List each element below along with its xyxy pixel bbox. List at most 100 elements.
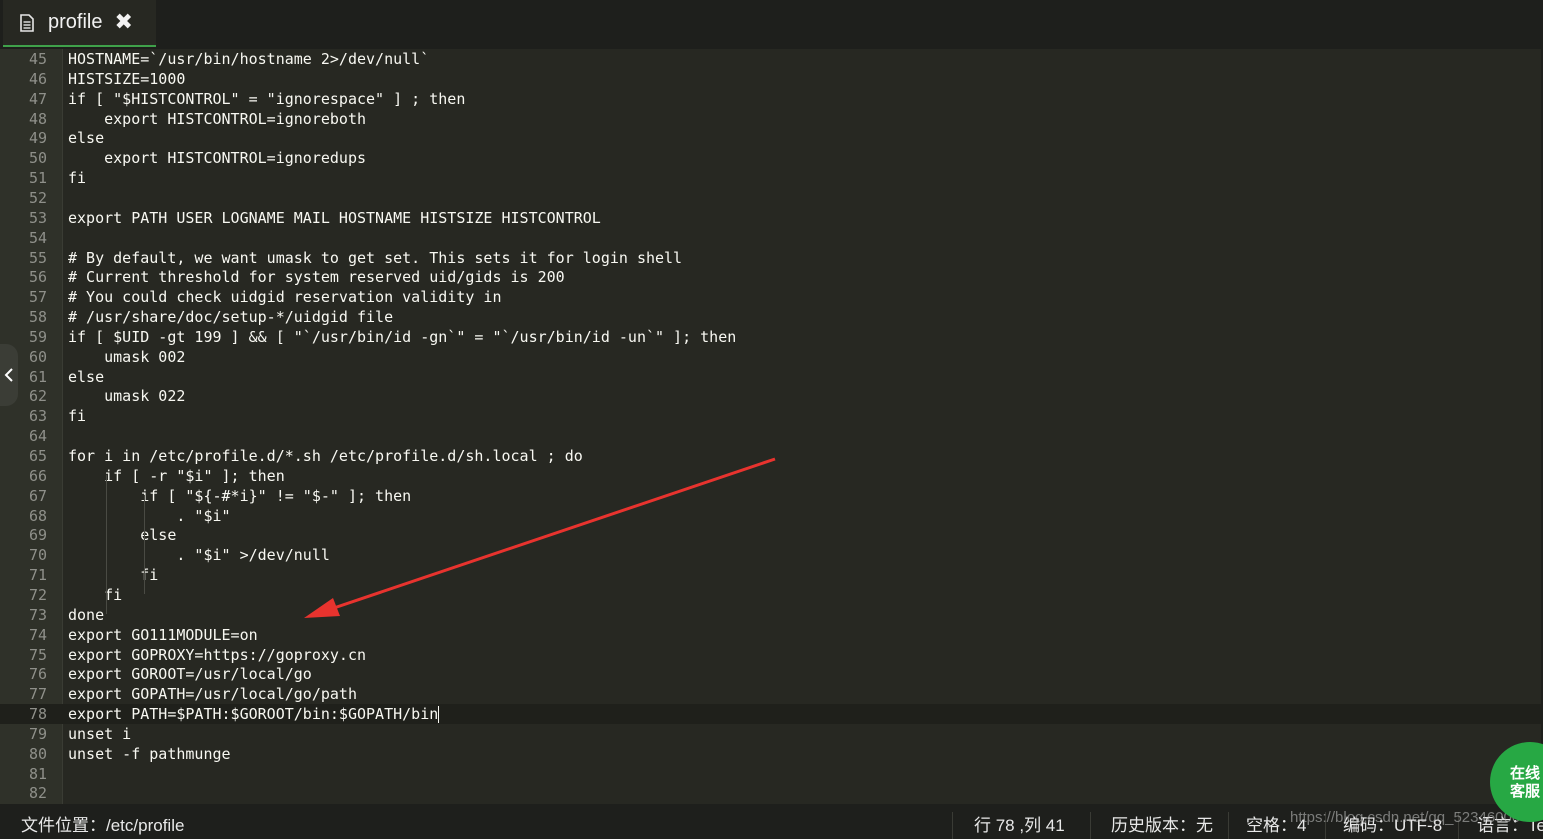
code-line[interactable]: 80 unset -f pathmunge [0,744,1543,764]
line-number: 77 [28,685,47,704]
code-line[interactable]: 53 export PATH USER LOGNAME MAIL HOSTNAME… [0,208,1543,228]
code-line[interactable]: 67 if [ "${-#*i}" != "$-" ]; then [0,486,1543,506]
line-number: 54 [28,228,47,247]
code-line[interactable]: 55 # By default, we want umask to get set… [0,248,1543,268]
line-code: unset -f pathmunge [68,744,231,763]
code-line[interactable]: 73 done [0,605,1543,625]
line-code: if [ $UID -gt 199 ] && [ "`/usr/bin/id -… [68,327,737,346]
code-line[interactable]: 64 [0,426,1543,446]
line-number: 58 [28,308,47,327]
history-version[interactable]: 历史版本：无 [1111,816,1213,836]
line-code: export PATH=$PATH:$GOROOT/bin:$GOPATH/bi… [68,705,440,724]
line-code: else [68,526,177,545]
line-number: 47 [28,89,47,108]
tab-bar: profile ✖ [0,0,1543,50]
collapse-sidebar-button[interactable] [0,344,18,406]
code-line[interactable]: 58 # /usr/share/doc/setup-*/uidgid file [0,307,1543,327]
code-line[interactable]: 76 export GOROOT=/usr/local/go [0,664,1543,684]
code-line[interactable]: 60 umask 002 [0,347,1543,367]
line-code: else [68,367,105,386]
line-number: 67 [28,486,47,505]
support-button-label: 在线客服 [1510,764,1541,800]
line-number: 71 [28,566,47,585]
code-line[interactable]: 79 unset i [0,724,1543,744]
code-line[interactable]: 71 fi [0,565,1543,585]
code-line[interactable]: 51 fi [0,168,1543,188]
line-number: 53 [28,208,47,227]
file-location: 文件位置：/etc/profile [21,816,185,835]
code-line[interactable]: 46 HISTSIZE=1000 [0,69,1543,89]
line-number: 81 [28,764,47,783]
line-number: 46 [28,69,47,88]
line-number: 79 [28,724,47,743]
code-line[interactable]: 59 if [ $UID -gt 199 ] && [ "`/usr/bin/id… [0,327,1543,347]
code-line[interactable]: 78 export PATH=$PATH:$GOROOT/bin:$GOPATH/… [0,704,1543,725]
line-code: fi [68,407,87,426]
line-code: export PATH USER LOGNAME MAIL HOSTNAME H… [68,208,601,227]
line-code: # Current threshold for system reserved … [68,268,565,287]
code-line[interactable]: 52 [0,188,1543,208]
line-number: 64 [28,427,47,446]
code-line[interactable]: 68 . "$i" [0,506,1543,526]
code-line[interactable]: 49 else [0,128,1543,148]
code-line[interactable]: 74 export GO111MODULE=on [0,625,1543,645]
code-line[interactable]: 48 export HISTCONTROL=ignoreboth [0,109,1543,129]
code-line[interactable]: 75 export GOPROXY=https://goproxy.cn [0,645,1543,665]
code-line[interactable]: 47 if [ "$HISTCONTROL" = "ignorespace" ] … [0,89,1543,109]
chevron-left-icon [4,368,13,382]
line-number: 45 [28,50,47,68]
line-number: 68 [28,506,47,525]
line-code: export GOPATH=/usr/local/go/path [68,685,357,704]
tab-label: profile [48,11,103,33]
code-line[interactable]: 62 umask 022 [0,386,1543,406]
line-code: export GOROOT=/usr/local/go [68,665,312,684]
code-line[interactable]: 69 else [0,525,1543,545]
line-code: umask 002 [68,347,186,366]
line-code: else [68,129,105,148]
tab-profile[interactable]: profile ✖ [3,0,156,47]
close-icon[interactable]: ✖ [114,11,132,34]
line-code: . "$i" >/dev/null [68,546,330,565]
text-cursor [438,706,440,724]
line-number: 52 [28,188,47,207]
line-number: 56 [28,268,47,287]
line-code: umask 022 [68,387,186,406]
line-number: 57 [28,288,47,307]
line-number: 69 [28,526,47,545]
line-number: 76 [28,665,47,684]
line-code: export HISTCONTROL=ignoredups [68,149,367,168]
line-number: 66 [28,466,47,485]
code-line[interactable]: 54 [0,228,1543,248]
code-line[interactable]: 70 . "$i" >/dev/null [0,545,1543,565]
cursor-position[interactable]: 行 78 ,列 41 [974,816,1065,836]
code-line[interactable]: 82 [0,783,1543,803]
code-line[interactable]: 45 HOSTNAME=`/usr/bin/hostname 2>/dev/nul… [0,49,1543,69]
code-line[interactable]: 81 [0,764,1543,784]
code-line[interactable]: 66 if [ -r "$i" ]; then [0,466,1543,486]
code-line[interactable]: 63 fi [0,406,1543,426]
line-number: 72 [28,585,47,604]
line-code: done [68,605,105,624]
indent-guide [106,475,107,614]
line-number: 74 [28,625,47,644]
code-line[interactable]: 65 for i in /etc/profile.d/*.sh /etc/prof… [0,446,1543,466]
code-line[interactable]: 61 else [0,367,1543,387]
line-number: 75 [28,645,47,664]
line-code: HISTSIZE=1000 [68,69,186,88]
line-number: 51 [28,169,47,188]
code-line[interactable]: 77 export GOPATH=/usr/local/go/path [0,684,1543,704]
line-code: if [ "${-#*i}" != "$-" ]; then [68,486,412,505]
line-code: HOSTNAME=`/usr/bin/hostname 2>/dev/null` [68,50,430,68]
code-line[interactable]: 50 export HISTCONTROL=ignoredups [0,148,1543,168]
status-divider [1090,812,1091,839]
code-editor[interactable]: 45 HOSTNAME=`/usr/bin/hostname 2>/dev/nul… [0,49,1543,804]
file-icon [20,13,34,32]
line-number: 70 [28,546,47,565]
line-code: for i in /etc/profile.d/*.sh /etc/profil… [68,447,583,465]
line-number: 50 [28,149,47,168]
code-line[interactable]: 57 # You could check uidgid reservation v… [0,287,1543,307]
line-number: 78 [28,705,47,724]
code-line[interactable]: 72 fi [0,585,1543,605]
line-number: 80 [28,744,47,763]
code-line[interactable]: 56 # Current threshold for system reserve… [0,267,1543,287]
